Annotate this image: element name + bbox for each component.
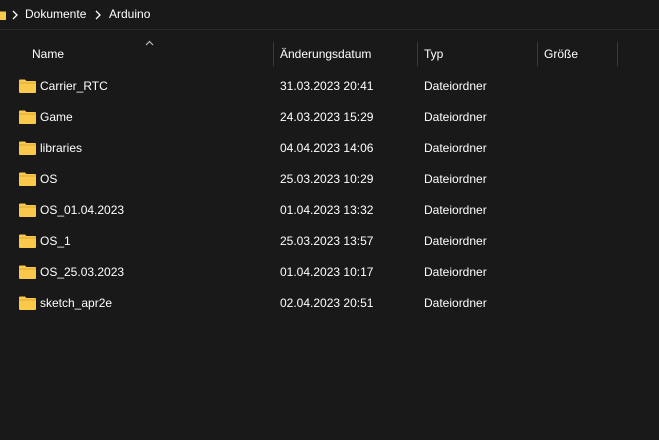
file-row[interactable]: OS_25.03.2023 01.04.2023 10:17 Dateiordn… — [0, 257, 659, 288]
column-header-row: Name Änderungsdatum Typ Größe — [0, 38, 659, 70]
breadcrumb-item-dokumente[interactable]: Dokumente — [25, 7, 86, 21]
chevron-right-icon[interactable] — [94, 10, 102, 20]
breadcrumb: Dokumente Arduino — [0, 0, 659, 30]
file-row[interactable]: Game 24.03.2023 15:29 Dateiordner — [0, 102, 659, 133]
file-row[interactable]: sketch_apr2e 02.04.2023 20:51 Dateiordne… — [0, 288, 659, 319]
column-header-date[interactable]: Änderungsdatum — [280, 38, 371, 70]
column-header-size[interactable]: Größe — [544, 38, 578, 70]
file-name: OS_1 — [40, 234, 71, 248]
file-row[interactable]: OS 25.03.2023 10:29 Dateiordner — [0, 164, 659, 195]
file-name: OS_01.04.2023 — [40, 203, 125, 217]
file-name: libraries — [40, 141, 83, 155]
folder-icon — [19, 172, 36, 186]
folder-icon — [19, 265, 36, 279]
file-date: 24.03.2023 15:29 — [280, 110, 374, 124]
file-date: 25.03.2023 10:29 — [280, 172, 374, 186]
file-row[interactable]: libraries 04.04.2023 14:06 Dateiordner — [0, 133, 659, 164]
file-type: Dateiordner — [424, 172, 487, 186]
file-name: OS_25.03.2023 — [40, 265, 125, 279]
chevron-right-icon — [12, 10, 18, 20]
file-type: Dateiordner — [424, 265, 487, 279]
file-name: Carrier_RTC — [40, 79, 108, 93]
breadcrumb-divider — [0, 29, 659, 30]
folder-icon — [19, 110, 36, 124]
file-name: OS — [40, 172, 58, 186]
folder-icon — [19, 234, 36, 248]
folder-icon — [19, 79, 36, 93]
file-type: Dateiordner — [424, 141, 487, 155]
file-name: Game — [40, 110, 73, 124]
file-type: Dateiordner — [424, 234, 487, 248]
file-date: 01.04.2023 13:32 — [280, 203, 374, 217]
file-row[interactable]: OS_01.04.2023 01.04.2023 13:32 Dateiordn… — [0, 195, 659, 226]
column-resize-handle[interactable] — [417, 42, 418, 66]
column-resize-handle[interactable] — [537, 42, 538, 66]
column-resize-handle[interactable] — [617, 42, 618, 66]
file-type: Dateiordner — [424, 79, 487, 93]
file-type: Dateiordner — [424, 203, 487, 217]
folder-icon — [19, 296, 36, 310]
folder-icon — [19, 203, 36, 217]
folder-icon — [19, 141, 36, 155]
file-name: sketch_apr2e — [40, 296, 113, 310]
file-date: 31.03.2023 20:41 — [280, 79, 374, 93]
folder-icon — [0, 11, 6, 20]
breadcrumb-item-arduino[interactable]: Arduino — [109, 7, 150, 21]
column-header-type[interactable]: Typ — [424, 38, 443, 70]
file-type: Dateiordner — [424, 110, 487, 124]
sort-ascending-icon — [145, 40, 154, 46]
file-type: Dateiordner — [424, 296, 487, 310]
column-header-name[interactable]: Name — [32, 38, 64, 70]
file-date: 25.03.2023 13:57 — [280, 234, 374, 248]
file-row[interactable]: OS_1 25.03.2023 13:57 Dateiordner — [0, 226, 659, 257]
file-date: 04.04.2023 14:06 — [280, 141, 374, 155]
file-date: 01.04.2023 10:17 — [280, 265, 374, 279]
column-resize-handle[interactable] — [273, 42, 274, 66]
file-row[interactable]: Carrier_RTC 31.03.2023 20:41 Dateiordner — [0, 71, 659, 102]
file-date: 02.04.2023 20:51 — [280, 296, 374, 310]
